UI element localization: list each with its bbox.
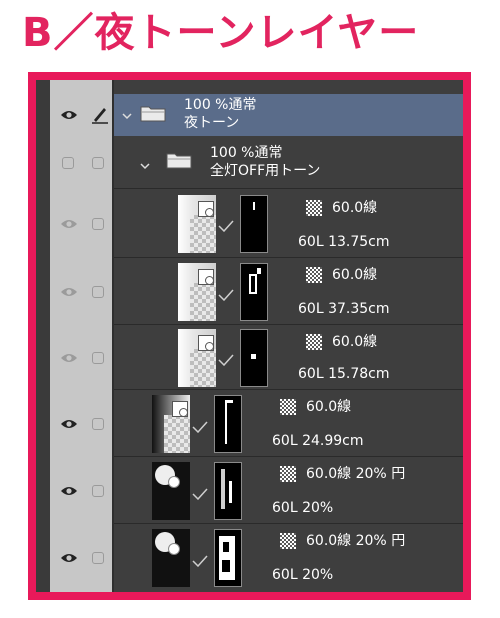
layer-thumbnail	[178, 329, 216, 387]
layer-row[interactable]: 60.0線 20% 円 60L 20%	[36, 525, 463, 591]
layer-mask-thumbnail	[214, 395, 242, 453]
checker-tone-icon	[280, 466, 296, 482]
eye-icon[interactable]	[60, 552, 78, 564]
eye-icon[interactable]	[60, 418, 78, 430]
tone-info: 60L 20%	[272, 567, 334, 583]
eye-icon[interactable]	[60, 485, 78, 497]
checker-tone-icon	[280, 533, 296, 549]
edit-checkbox[interactable]	[92, 418, 104, 430]
layer-mask-thumbnail	[214, 529, 242, 587]
layer-row[interactable]: 60.0線 60L 13.75cm	[36, 190, 463, 258]
link-check-icon	[192, 421, 208, 433]
layer-row[interactable]: 60.0線 60L 37.35cm	[36, 259, 463, 325]
checker-tone-icon	[306, 334, 322, 350]
layer-panel: 100 %通常 夜トーン 100 %通常 全灯OFF用トーン 60.0線 60L…	[36, 80, 463, 592]
checker-tone-icon	[306, 200, 322, 216]
tone-info: 60L 24.99cm	[272, 433, 364, 449]
folder-blend-mode: 100 %通常	[184, 97, 257, 113]
chevron-down-icon[interactable]	[140, 161, 150, 171]
checker-tone-icon	[306, 267, 322, 283]
tone-setting: 60.0線 20% 円	[306, 533, 406, 549]
link-check-icon	[218, 220, 234, 232]
folder-icon	[166, 153, 192, 169]
tone-info: 60L 15.78cm	[298, 366, 390, 382]
layer-mask-thumbnail	[240, 263, 268, 321]
layer-thumbnail	[152, 462, 190, 520]
page-heading: B／夜トーンレイヤー	[22, 10, 420, 56]
tone-setting: 60.0線	[332, 200, 378, 216]
layer-row[interactable]: 60.0線 60L 15.78cm	[36, 326, 463, 390]
layer-row[interactable]: 60.0線 20% 円 60L 20%	[36, 458, 463, 524]
eye-icon[interactable]	[60, 352, 78, 364]
edit-checkbox[interactable]	[92, 157, 104, 169]
layer-thumbnail	[152, 529, 190, 587]
row-divider	[114, 324, 463, 325]
link-check-icon	[192, 488, 208, 500]
row-divider	[114, 389, 463, 390]
link-check-icon	[192, 555, 208, 567]
layer-thumbnail	[178, 263, 216, 321]
row-divider	[114, 523, 463, 524]
layer-row-folder-sub[interactable]: 100 %通常 全灯OFF用トーン	[36, 137, 463, 189]
row-divider	[114, 257, 463, 258]
layer-mask-thumbnail	[240, 195, 268, 253]
folder-icon	[140, 106, 166, 122]
tone-setting: 60.0線 20% 円	[306, 466, 406, 482]
edit-checkbox[interactable]	[92, 286, 104, 298]
row-divider	[114, 188, 463, 189]
tone-setting: 60.0線	[306, 399, 352, 415]
eye-icon[interactable]	[60, 109, 78, 121]
chevron-down-icon[interactable]	[122, 111, 132, 121]
tone-info: 60L 20%	[272, 500, 334, 516]
selected-highlight	[114, 94, 463, 136]
tone-info: 60L 37.35cm	[298, 301, 390, 317]
layer-row-folder-main[interactable]: 100 %通常 夜トーン	[36, 94, 463, 136]
edit-checkbox[interactable]	[92, 485, 104, 497]
edit-checkbox[interactable]	[92, 552, 104, 564]
layer-thumbnail	[178, 195, 216, 253]
tone-setting: 60.0線	[332, 267, 378, 283]
row-divider	[114, 456, 463, 457]
eye-icon[interactable]	[60, 286, 78, 298]
pen-icon[interactable]	[90, 104, 110, 124]
edit-checkbox[interactable]	[92, 352, 104, 364]
tone-setting: 60.0線	[332, 334, 378, 350]
layer-thumbnail	[152, 395, 190, 453]
eye-icon[interactable]	[60, 218, 78, 230]
layer-row[interactable]: 60.0線 60L 24.99cm	[36, 391, 463, 457]
highlight-frame: 100 %通常 夜トーン 100 %通常 全灯OFF用トーン 60.0線 60L…	[28, 72, 471, 600]
tone-info: 60L 13.75cm	[298, 234, 390, 250]
link-check-icon	[218, 289, 234, 301]
edit-checkbox[interactable]	[92, 218, 104, 230]
link-check-icon	[218, 354, 234, 366]
layer-mask-thumbnail	[214, 462, 242, 520]
folder-blend-mode: 100 %通常	[210, 145, 283, 161]
checker-tone-icon	[280, 399, 296, 415]
folder-name: 夜トーン	[184, 115, 240, 131]
folder-name: 全灯OFF用トーン	[210, 163, 321, 179]
visibility-checkbox[interactable]	[62, 157, 74, 169]
layer-mask-thumbnail	[240, 329, 268, 387]
